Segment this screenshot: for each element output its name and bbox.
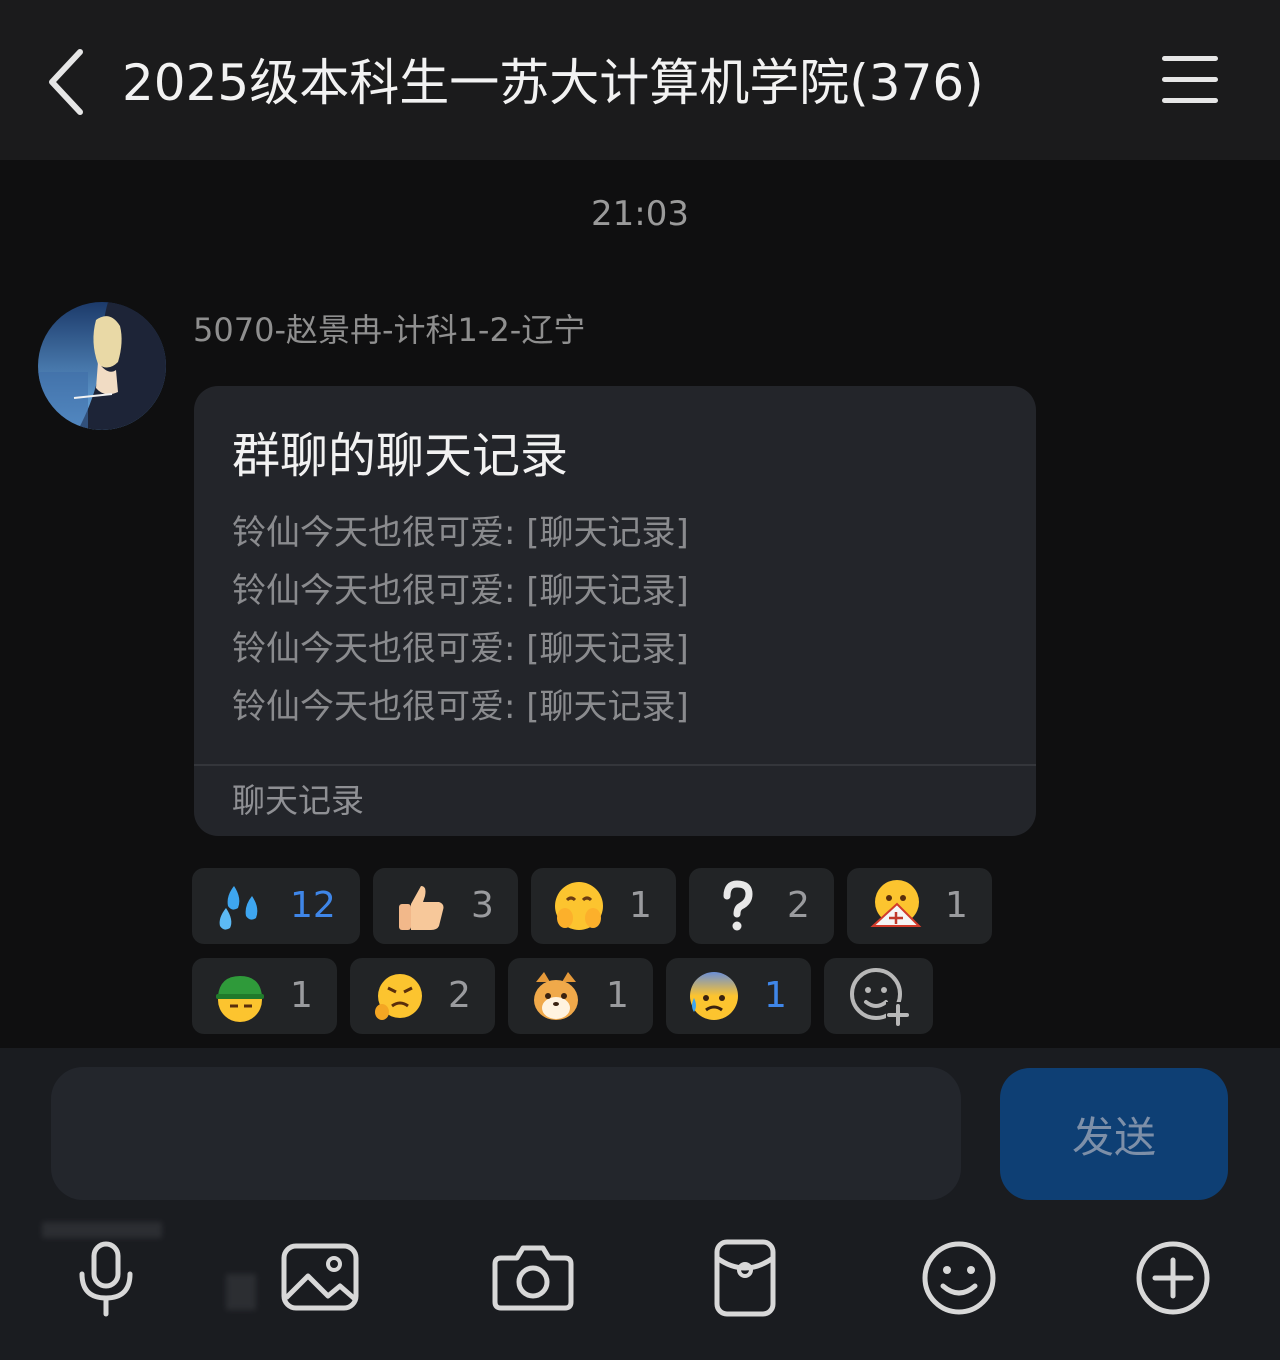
reaction-chip[interactable]: 3 <box>373 868 518 944</box>
chat-record-card[interactable]: 群聊的聊天记录 铃仙今天也很可爱: [聊天记录] 铃仙今天也很可爱: [聊天记录… <box>194 386 1036 836</box>
sweat-drops-icon <box>210 876 270 936</box>
top-bar: 2025级本科生一苏大计算机学院(376) <box>0 0 1280 160</box>
camera-button[interactable] <box>491 1238 575 1318</box>
reaction-chip[interactable]: 2 <box>350 958 495 1034</box>
send-button[interactable]: 发送 <box>1000 1068 1228 1200</box>
voice-button[interactable] <box>64 1238 148 1318</box>
angry-face-icon <box>368 966 428 1026</box>
emoji-icon <box>922 1241 996 1315</box>
blurred-area <box>42 1222 162 1238</box>
card-preview-line: 铃仙今天也很可爱: [聊天记录] <box>232 687 689 727</box>
add-emoji-icon <box>850 968 912 1026</box>
reaction-count: 12 <box>290 885 336 926</box>
green-hat-face-icon <box>210 966 270 1026</box>
reaction-count: 2 <box>787 885 810 926</box>
anxious-sweat-face-icon <box>684 966 744 1026</box>
reaction-chip[interactable]: 1 <box>508 958 653 1034</box>
chevron-left-icon <box>49 49 83 115</box>
microphone-icon <box>79 1241 133 1317</box>
red-packet-icon <box>714 1239 776 1317</box>
image-icon <box>281 1243 359 1311</box>
reaction-count: 1 <box>290 975 313 1016</box>
card-title: 群聊的聊天记录 <box>232 428 569 484</box>
blurred-area <box>226 1274 256 1310</box>
plus-icon <box>1136 1241 1210 1315</box>
reaction-chip[interactable]: 1 <box>847 868 992 944</box>
shiba-dog-icon <box>526 966 586 1026</box>
reaction-count: 1 <box>606 975 629 1016</box>
question-mark-icon <box>707 876 767 936</box>
fan-face-icon <box>865 876 925 936</box>
group-title: 2025级本科生一苏大计算机学院(376) <box>122 54 984 112</box>
add-reaction-button[interactable] <box>824 958 933 1034</box>
thumbs-up-icon <box>391 876 451 936</box>
card-preview-line: 铃仙今天也很可爱: [聊天记录] <box>232 513 689 553</box>
red-packet-button[interactable] <box>703 1238 787 1318</box>
reaction-chip[interactable]: 1 <box>666 958 811 1034</box>
emoji-button[interactable] <box>917 1238 1001 1318</box>
reaction-count: 3 <box>471 885 494 926</box>
reaction-count: 1 <box>945 885 968 926</box>
reaction-count: 2 <box>448 975 471 1016</box>
image-button[interactable] <box>278 1238 362 1318</box>
reaction-chip[interactable]: 12 <box>192 868 360 944</box>
more-button[interactable] <box>1131 1238 1215 1318</box>
reaction-chip[interactable]: 2 <box>689 868 834 944</box>
reaction-count: 1 <box>764 975 787 1016</box>
hamburger-menu-icon <box>1162 56 1218 103</box>
reaction-chip[interactable]: 1 <box>192 958 337 1034</box>
avatar[interactable] <box>38 302 166 430</box>
card-preview-lines: 铃仙今天也很可爱: [聊天记录] 铃仙今天也很可爱: [聊天记录] 铃仙今天也很… <box>232 504 689 736</box>
message-input[interactable] <box>51 1067 961 1200</box>
reaction-count: 1 <box>629 885 652 926</box>
sender-name: 5070-赵景冉-计科1-2-辽宁 <box>193 311 586 349</box>
card-footer: 聊天记录 <box>232 781 364 820</box>
back-button[interactable] <box>40 44 96 120</box>
message-timestamp: 21:03 <box>591 194 689 234</box>
hands-covering-face-icon <box>549 876 609 936</box>
card-preview-line: 铃仙今天也很可爱: [聊天记录] <box>232 629 689 669</box>
menu-button[interactable] <box>1156 52 1224 108</box>
card-preview-line: 铃仙今天也很可爱: [聊天记录] <box>232 571 689 611</box>
camera-icon <box>492 1245 574 1311</box>
reaction-chip[interactable]: 1 <box>531 868 676 944</box>
card-divider <box>194 764 1036 766</box>
